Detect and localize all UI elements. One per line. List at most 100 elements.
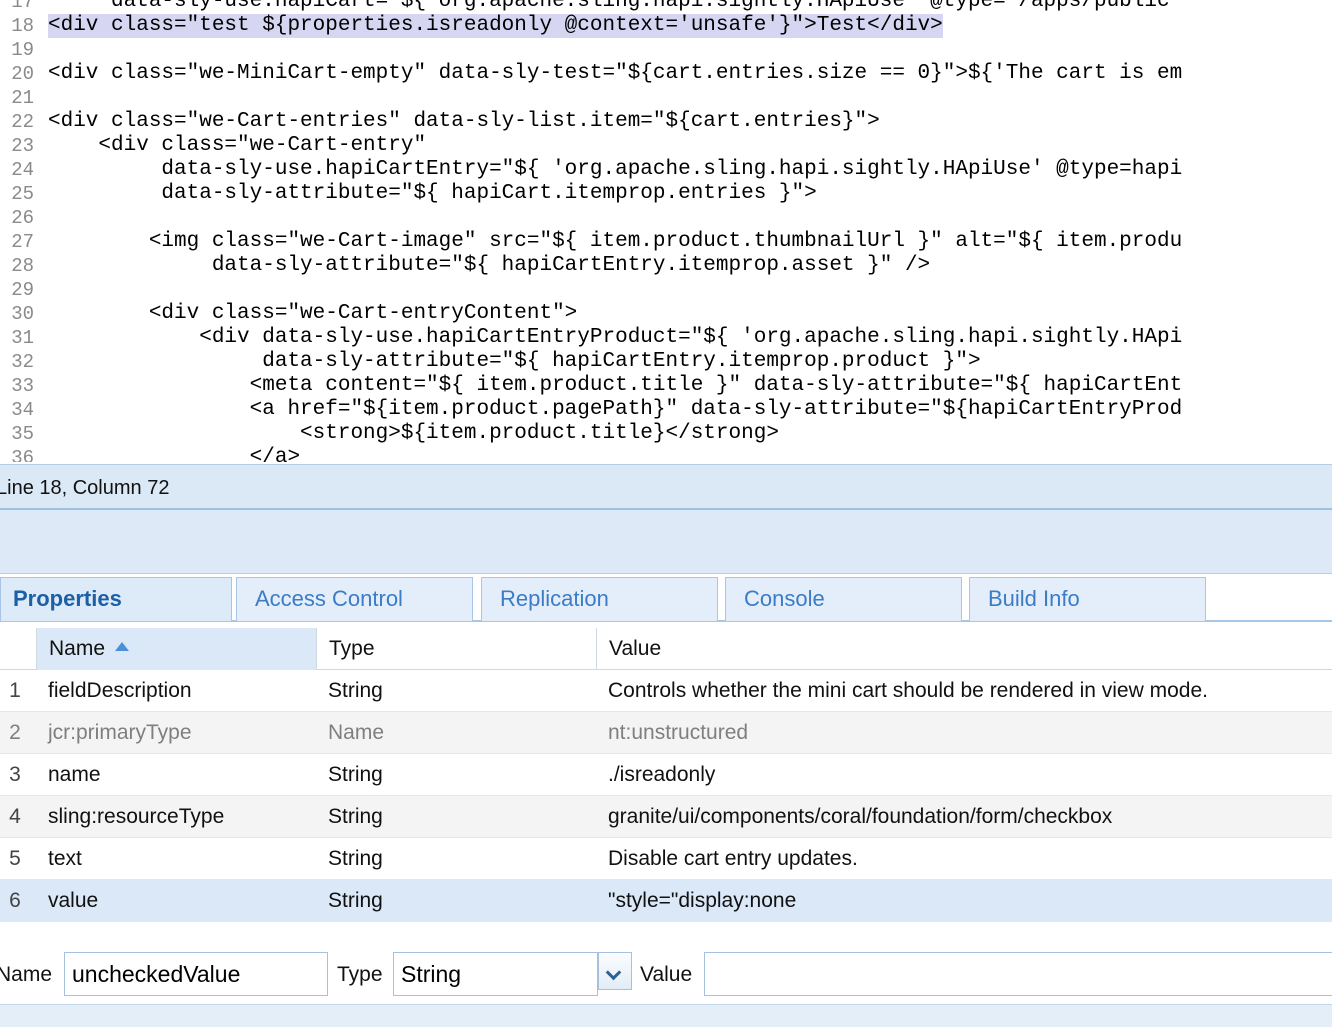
cell-type: String	[328, 763, 383, 786]
code-line[interactable]: 36 </a>	[0, 446, 1332, 462]
code-line[interactable]: 19	[0, 38, 1332, 62]
cell-name: name	[48, 763, 101, 786]
code-line[interactable]: 30 <div class="we-Cart-entryContent">	[0, 302, 1332, 326]
cell-value: "style="display:none	[608, 889, 797, 912]
column-header-name-label: Name	[49, 637, 106, 660]
tab-console[interactable]: Console	[725, 577, 962, 621]
line-number: 19	[11, 39, 34, 61]
cell-name: fieldDescription	[48, 679, 192, 702]
tab-properties[interactable]: Properties	[0, 577, 232, 621]
line-number: 32	[11, 351, 34, 373]
code-line-current[interactable]: 18 <div class="test ${properties.isreadon…	[0, 14, 1332, 38]
column-header-value[interactable]: Value	[596, 628, 1332, 670]
cell-type: String	[328, 889, 383, 912]
cell-name: text	[48, 847, 82, 870]
table-row[interactable]: 4 sling:resourceType String granite/ui/comp…	[0, 796, 1332, 838]
code-text: <div class="we-Cart-entryContent">	[48, 302, 578, 325]
code-line[interactable]: 20 <div class="we-MiniCart-empty" data-sl…	[0, 62, 1332, 86]
code-line[interactable]: 22 <div class="we-Cart-entries" data-sly-…	[0, 110, 1332, 134]
code-line[interactable]: 23 <div class="we-Cart-entry"	[0, 134, 1332, 158]
line-number: 35	[11, 423, 34, 445]
type-label: Type	[337, 963, 383, 986]
tab-replication[interactable]: Replication	[481, 577, 718, 621]
row-number: 2	[9, 721, 21, 744]
value-input[interactable]	[704, 952, 1332, 996]
cell-type: Name	[328, 721, 385, 744]
line-number: 26	[11, 207, 34, 229]
cell-name: value	[48, 889, 99, 912]
table-row[interactable]: 5 text String Disable cart entry updates.	[0, 838, 1332, 880]
column-header-type[interactable]: Type	[316, 628, 596, 670]
code-line[interactable]: 31 <div data-sly-use.hapiCartEntryProduc…	[0, 326, 1332, 350]
line-number: 33	[11, 375, 34, 397]
cursor-position: Line 18, Column 72	[0, 477, 170, 499]
line-number: 34	[11, 399, 34, 421]
tab-strip: Properties Access Control Replication Co…	[0, 574, 1332, 622]
table-row-selected[interactable]: 6 value String "style="display:none	[0, 880, 1332, 922]
cell-type: String	[328, 679, 383, 702]
code-text: <strong>${item.product.title}</strong>	[48, 422, 779, 445]
cell-type: String	[328, 847, 383, 870]
code-text: <a href="${item.product.pagePath}" data-…	[48, 398, 1183, 421]
table-row[interactable]: 1 fieldDescription String Controls whether …	[0, 670, 1332, 712]
code-text: </a>	[48, 446, 301, 462]
line-number: 31	[11, 327, 34, 349]
line-number: 29	[11, 279, 34, 301]
cell-name: jcr:primaryType	[48, 721, 192, 744]
type-select[interactable]	[393, 952, 598, 996]
code-line[interactable]: 28 data-sly-attribute="${ hapiCartEntry.…	[0, 254, 1332, 278]
cell-value: Disable cart entry updates.	[608, 847, 858, 870]
value-label: Value	[640, 963, 693, 986]
code-text: <div class="we-MiniCart-empty" data-sly-…	[48, 62, 1183, 85]
panel-splitter[interactable]	[0, 510, 1332, 574]
code-text: data-sly-attribute="${ hapiCartEntry.ite…	[48, 254, 931, 277]
tab-build-info[interactable]: Build Info	[969, 577, 1206, 621]
chevron-down-icon[interactable]	[598, 952, 632, 990]
name-label: Name	[0, 963, 53, 986]
code-line[interactable]: 25 data-sly-attribute="${ hapiCart.itemp…	[0, 182, 1332, 206]
line-number: 30	[11, 303, 34, 325]
column-header-name[interactable]: Name	[36, 628, 316, 670]
code-line[interactable]: 35 <strong>${item.product.title}</strong…	[0, 422, 1332, 446]
code-line[interactable]: 33 <meta content="${ item.product.title …	[0, 374, 1332, 398]
code-line[interactable]: 17 data-sly-use.hapiCart="${'org.apache.…	[0, 0, 1332, 14]
code-line[interactable]: 27 <img class="we-Cart-image" src="${ it…	[0, 230, 1332, 254]
row-number: 1	[9, 679, 21, 702]
code-text: data-sly-attribute="${ hapiCartEntry.ite…	[48, 350, 981, 373]
code-text: <meta content="${ item.product.title }" …	[48, 374, 1183, 397]
line-number: 36	[11, 447, 34, 462]
row-number: 3	[9, 763, 21, 786]
code-text: <div class="we-Cart-entry"	[48, 134, 427, 157]
code-lines: 17 data-sly-use.hapiCart="${'org.apache.…	[0, 0, 1332, 462]
cell-value: ./isreadonly	[608, 763, 716, 786]
code-editor[interactable]: 17 data-sly-use.hapiCart="${'org.apache.…	[0, 0, 1332, 462]
line-number: 25	[11, 183, 34, 205]
line-number: 21	[11, 87, 34, 109]
code-text: <div data-sly-use.hapiCartEntryProduct="…	[48, 326, 1183, 349]
add-property-form: Name Type Value	[0, 944, 1332, 1005]
code-line[interactable]: 26	[0, 206, 1332, 230]
code-text: <div class="test ${properties.isreadonly…	[48, 14, 943, 38]
code-line[interactable]: 21	[0, 86, 1332, 110]
line-number: 27	[11, 231, 34, 253]
code-text: data-sly-use.hapiCart="${'org.apache.sli…	[48, 0, 1170, 13]
code-line[interactable]: 29	[0, 278, 1332, 302]
code-line[interactable]: 34 <a href="${item.product.pagePath}" da…	[0, 398, 1332, 422]
cell-value: granite/ui/components/coral/foundation/f…	[608, 805, 1113, 828]
table-row[interactable]: 3 name String ./isreadonly	[0, 754, 1332, 796]
code-text: data-sly-use.hapiCartEntry="${ 'org.apac…	[48, 158, 1183, 181]
code-line[interactable]: 24 data-sly-use.hapiCartEntry="${ 'org.a…	[0, 158, 1332, 182]
cell-name: sling:resourceType	[48, 805, 225, 828]
code-text: <div class="we-Cart-entries" data-sly-li…	[48, 110, 880, 133]
line-number: 18	[11, 15, 34, 37]
grid-header: Name Type Value	[0, 628, 1332, 670]
bottom-toolbar	[0, 1004, 1332, 1027]
line-number: 23	[11, 135, 34, 157]
table-row[interactable]: 2 jcr:primaryType Name nt:unstructured	[0, 712, 1332, 754]
line-number: 28	[11, 255, 34, 277]
line-number: 24	[11, 159, 34, 181]
name-input[interactable]	[64, 952, 328, 996]
tab-access-control[interactable]: Access Control	[236, 577, 473, 621]
code-line[interactable]: 32 data-sly-attribute="${ hapiCartEntry.…	[0, 350, 1332, 374]
code-text: data-sly-attribute="${ hapiCart.itemprop…	[48, 182, 817, 205]
